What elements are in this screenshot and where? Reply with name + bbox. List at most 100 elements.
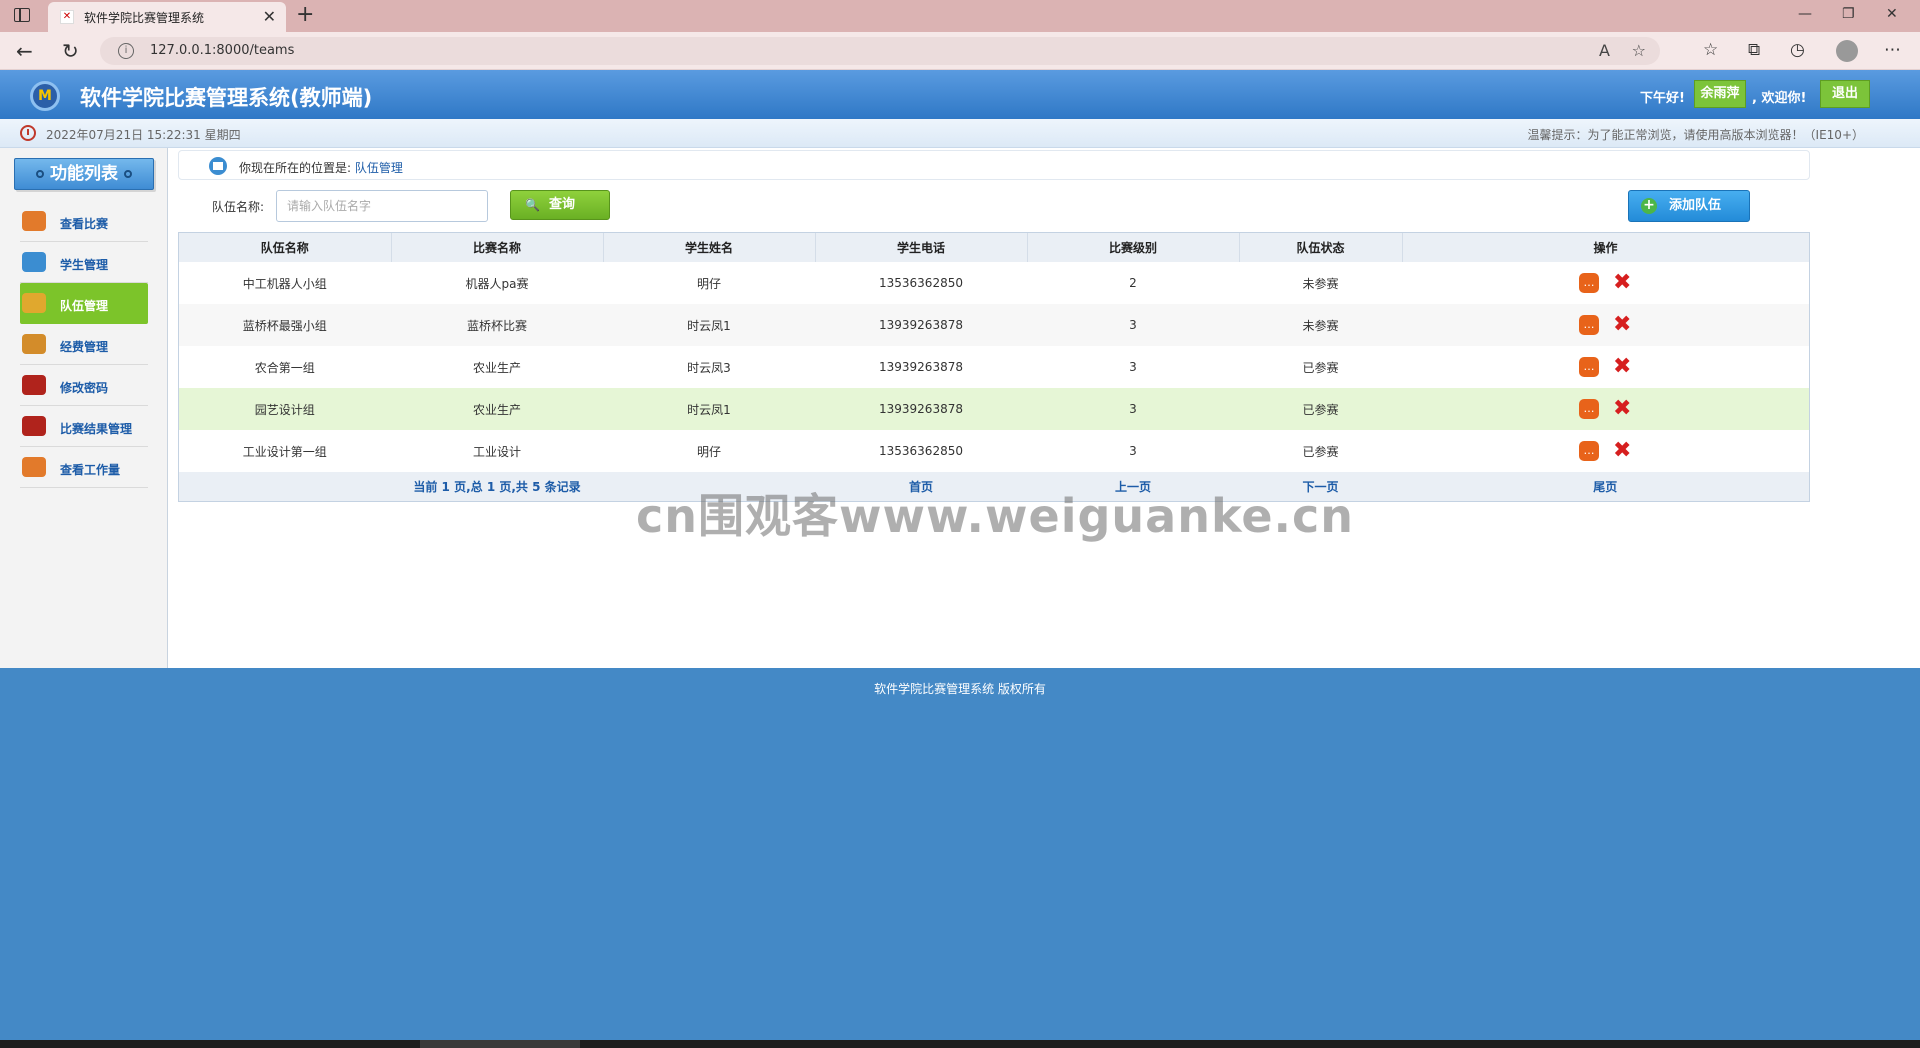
sidebar-item-label: 经费管理 [60,340,109,354]
delete-icon[interactable]: ✖ [1613,356,1631,378]
profile-avatar[interactable] [1836,40,1858,62]
new-tab-button[interactable]: + [296,2,314,27]
app-title: 软件学院比赛管理系统(教师端) [80,86,373,110]
address-bar[interactable]: i 127.0.0.1:8000/teams A ☆ [100,37,1660,65]
edit-icon[interactable]: … [1579,273,1600,293]
restore-icon[interactable]: ❐ [1842,6,1855,22]
table-row: 蓝桥杯最强小组 蓝桥杯比赛 时云凤1 13939263878 3 未参赛… ✖ [179,304,1809,346]
table-cell: 未参赛 [1239,304,1402,346]
table-cell: 13939263878 [879,360,963,374]
table-cell: 3 [1129,360,1137,374]
breadcrumb: 你现在所在的位置是: 队伍管理 [178,150,1810,180]
table-cell: 农业生产 [391,388,603,430]
table-cell: 3 [1129,444,1137,458]
favorites-icon[interactable]: ☆ [1703,40,1718,60]
pencil-book-icon [22,211,46,231]
pager-cell [179,472,391,501]
favorite-star-icon[interactable]: ☆ [1632,41,1646,60]
table-cell: 工业设计 [472,444,521,459]
column-header: 学生电话 [815,233,1028,262]
site-info-icon[interactable]: i [118,43,134,59]
delete-icon[interactable]: ✖ [1613,314,1631,336]
edit-icon[interactable]: … [1579,315,1600,335]
table-cell: 时云凤1 [603,388,815,430]
delete-icon[interactable]: ✖ [1613,398,1631,420]
edit-icon[interactable]: … [1579,357,1600,377]
breadcrumb-text: 你现在所在的位置是: 队伍管理 [239,159,403,176]
actions-cell: … ✖ [1402,262,1809,304]
chart-icon [22,252,46,272]
table-cell: 3 [1027,388,1239,430]
sidebar-item-label: 比赛结果管理 [60,422,133,436]
url-text[interactable]: 127.0.0.1:8000/teams [150,43,294,58]
team-name-search-input[interactable] [276,190,488,222]
search-button[interactable]: 🔍 查询 [510,190,610,220]
column-header: 学生姓名 [603,233,816,262]
sidebar-item-1[interactable]: 学生管理 [20,242,148,283]
add-team-button-label: 添加队伍 [1669,198,1722,213]
add-team-button[interactable]: + 添加队伍 [1628,190,1750,222]
logout-button[interactable]: 退出 [1820,80,1870,108]
table-row: 中工机器人小组 机器人pa赛 明仔 13536362850 2 未参赛… ✖ [179,262,1809,304]
user-name-badge[interactable]: 余雨萍 [1694,80,1746,108]
copyright-text: 软件学院比赛管理系统 版权所有 [874,682,1046,696]
sidebar-item-2[interactable]: 队伍管理 [20,283,148,324]
sidebar-item-0[interactable]: 查看比赛 [20,201,148,242]
search-icon: 🔍 [525,198,540,212]
plus-icon: + [1641,198,1657,214]
table-row: 园艺设计组 农业生产 时云凤1 13939263878 3 已参赛… ✖ [179,388,1809,430]
table-row: 农合第一组 农业生产 时云凤3 13939263878 3 已参赛… ✖ [179,346,1809,388]
sidebar-title-text: 功能列表 [50,164,118,184]
browser-tip-text: 温馨提示：为了能正常浏览，请使用高版本浏览器！（IE10+） [1527,128,1864,142]
table-cell: 机器人pa赛 [465,276,529,291]
sidebar-item-3[interactable]: 经费管理 [20,324,148,365]
close-window-icon[interactable]: ✕ [1886,6,1898,22]
history-icon[interactable]: ◷ [1790,40,1805,60]
delete-icon[interactable]: ✖ [1613,440,1631,462]
table-header-row: 队伍名称 比赛名称 学生姓名 学生电话 比赛级别 队伍状态 操作 [179,233,1809,262]
last-page-link[interactable]: 尾页 [1402,472,1809,501]
taskbar [0,1040,1920,1048]
read-aloud-icon[interactable]: A [1599,41,1610,60]
main-content: 你现在所在的位置是: 队伍管理 队伍名称: 🔍 查询 + 添加队伍 队伍名称比赛… [178,148,1810,668]
edit-icon[interactable]: … [1579,441,1600,461]
more-menu-icon[interactable]: ⋯ [1884,40,1901,60]
sidebar: 功能列表 查看比赛学生管理队伍管理经费管理修改密码比赛结果管理查看工作量 [0,148,168,668]
table-cell: 已参赛 [1239,388,1402,430]
browser-tab[interactable]: ✕ 软件学院比赛管理系统 ✕ [48,2,286,32]
sidebar-item-4[interactable]: 修改密码 [20,365,148,406]
minimize-icon[interactable]: — [1798,6,1812,22]
breadcrumb-prefix: 你现在所在的位置是: [239,161,355,175]
browser-tab-bar: ✕ 软件学院比赛管理系统 ✕ + — ❐ ✕ [0,0,1920,32]
close-tab-icon[interactable]: ✕ [263,7,276,26]
back-icon[interactable]: ← [16,39,33,63]
column-header: 操作 [1402,233,1809,262]
sidebar-menu: 查看比赛学生管理队伍管理经费管理修改密码比赛结果管理查看工作量 [20,201,148,488]
table-cell: 农业生产 [472,360,521,375]
column-header: 队伍状态 [1239,233,1403,262]
sidebar-item-label: 学生管理 [60,258,109,272]
sidebar-item-6[interactable]: 查看工作量 [20,447,148,488]
search-button-label: 查询 [549,197,576,212]
table-cell: 已参赛 [1302,360,1339,375]
delete-icon[interactable]: ✖ [1613,272,1631,294]
breadcrumb-current[interactable]: 队伍管理 [355,161,403,175]
money-icon [22,334,46,354]
browser-toolbar: ← ↻ i 127.0.0.1:8000/teams A ☆ [0,32,1920,70]
table-cell: 未参赛 [1302,276,1339,291]
pencil-book-icon [22,457,46,477]
column-header: 比赛级别 [1027,233,1240,262]
collections-icon[interactable]: ⧉ [1748,40,1760,60]
exit-icon [22,416,46,436]
table-cell: 农合第一组 [254,360,315,375]
sidebar-toggle-icon[interactable] [14,8,30,22]
clock-icon [20,125,36,141]
reload-icon[interactable]: ↻ [62,39,79,63]
column-header: 队伍名称 [179,233,392,262]
table-cell: 时云凤1 [603,304,815,346]
welcome-text: , 欢迎你! [1752,91,1807,106]
edit-icon[interactable]: … [1579,399,1600,419]
sidebar-item-5[interactable]: 比赛结果管理 [20,406,148,447]
team-name-label: 队伍名称: [212,200,265,214]
teams-table: 队伍名称 比赛名称 学生姓名 学生电话 比赛级别 队伍状态 操作 中工机器人小组 机器人pa赛… [178,232,1810,502]
